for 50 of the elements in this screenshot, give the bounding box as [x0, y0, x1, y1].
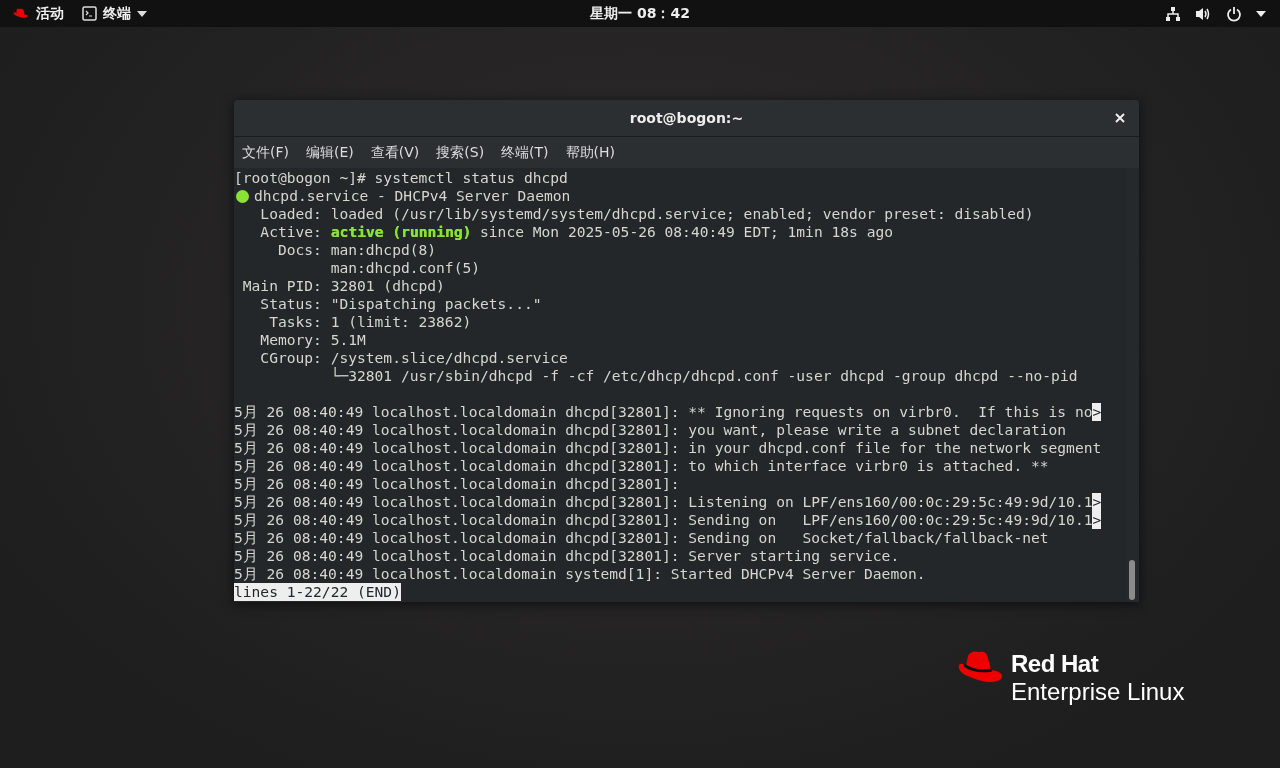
terminal-text: [root@bogon ~]# systemctl status dhcpd	[234, 169, 568, 187]
terminal-text: 5月 26 08:40:49 localhost.localdomain dhcpd[32801]: Listening on LPF/ens160/00:0c:29:5c:49:9d/10.1	[234, 493, 1093, 511]
terminal-text: Active:	[259, 223, 323, 241]
menu-item[interactable]: 搜索(S)	[436, 143, 485, 162]
terminal-text: 5月 26 08:40:49 localhost.localdomain dhcpd[32801]: Sending on Socket/fallback/fallback-net	[234, 529, 1049, 547]
app-menu[interactable]: 终端	[82, 4, 147, 23]
volume-icon[interactable]	[1195, 5, 1212, 22]
caret-icon[interactable]	[1256, 10, 1266, 17]
terminal-text: Status: "Dispatching packets..."	[259, 295, 542, 313]
power-icon[interactable]	[1226, 5, 1242, 22]
caret-icon	[137, 10, 147, 17]
status-dot-icon	[236, 189, 249, 203]
overflow-marker: >	[1092, 511, 1102, 529]
terminal-text: 5月 26 08:40:49 localhost.localdomain dhcpd[32801]: Sending on LPF/ens160/00:0c:29:5c:49:9d/10.1	[234, 511, 1093, 529]
window-title: root@bogon:~	[629, 110, 744, 126]
terminal-text: Memory: 5.1M	[259, 331, 366, 349]
menu-item[interactable]: 查看(V)	[370, 143, 420, 162]
terminal-text: dhcpd.service - DHCPv4 Server Daemon	[254, 187, 571, 205]
terminal-text: 5月 26 08:40:49 localhost.localdomain dhcpd[32801]: you want, please write a subnet declaration	[234, 421, 1067, 439]
terminal-text: 5月 26 08:40:49 localhost.localdomain systemd[1]: Started DHCPv4 Server Daemon.	[234, 565, 926, 583]
terminal-text: Docs: man:dhcpd(8)	[276, 241, 437, 259]
scrollbar-thumb[interactable]	[1129, 560, 1135, 600]
overflow-marker: >	[1092, 493, 1102, 511]
clock[interactable]: 星期一 08：42	[590, 4, 690, 23]
terminal-text: 5月 26 08:40:49 localhost.localdomain dhcpd[32801]: in your dhcpd.conf file for the network segment	[234, 439, 1102, 457]
terminal-text: Loaded: loaded (/usr/lib/systemd/system/dhcpd.service; enabled; vendor preset: disabled)	[259, 205, 1034, 223]
terminal-text: └─32801 /usr/sbin/dhcpd -f -cf /etc/dhcp/dhcpd.conf -user dhcpd -group dhcpd --no-pid	[329, 367, 1078, 385]
pager-status: lines 1-22/22 (END)	[234, 583, 401, 601]
menu-item[interactable]: 帮助(H)	[565, 143, 616, 162]
network-icon[interactable]	[1165, 5, 1181, 22]
terminal-text: since Mon 2025-05-26 08:40:49 EDT; 1min 18s ago	[479, 223, 893, 241]
terminal-text: 5月 26 08:40:49 localhost.localdomain dhcpd[32801]: Server starting service.	[234, 547, 900, 565]
terminal-icon	[82, 6, 97, 21]
terminal-text: 5月 26 08:40:49 localhost.localdomain dhcpd[32801]: ** Ignoring requests on virbr0. If this is no	[234, 403, 1093, 421]
overflow-marker: >	[1092, 403, 1102, 421]
status-text: active (running)	[330, 223, 472, 241]
logo-text: Red Hat	[1011, 650, 1100, 678]
hat-icon	[12, 8, 30, 19]
logo-subtitle: Enterprise Linux	[1011, 678, 1185, 706]
terminal-text: man:dhcpd.conf(5)	[329, 259, 480, 277]
terminal-text: Main PID: 32801 (dhcpd)	[241, 277, 445, 295]
close-icon[interactable]	[1115, 113, 1125, 123]
terminal-text: CGroup: /system.slice/dhcpd.service	[259, 349, 568, 367]
menu-item[interactable]: 文件(F)	[242, 143, 289, 162]
menu-item[interactable]: 终端(T)	[501, 143, 549, 162]
terminal-text: 5月 26 08:40:49 localhost.localdomain dhcpd[32801]: to which interface virbr0 is attached. **	[234, 457, 1049, 475]
menu-item[interactable]: 编辑(E)	[306, 143, 354, 162]
terminal-text: Tasks: 1 (limit: 23862)	[268, 313, 472, 331]
activities-button[interactable]: 活动	[12, 4, 64, 23]
terminal-text: 5月 26 08:40:49 localhost.localdomain dhcpd[32801]:	[234, 475, 680, 493]
